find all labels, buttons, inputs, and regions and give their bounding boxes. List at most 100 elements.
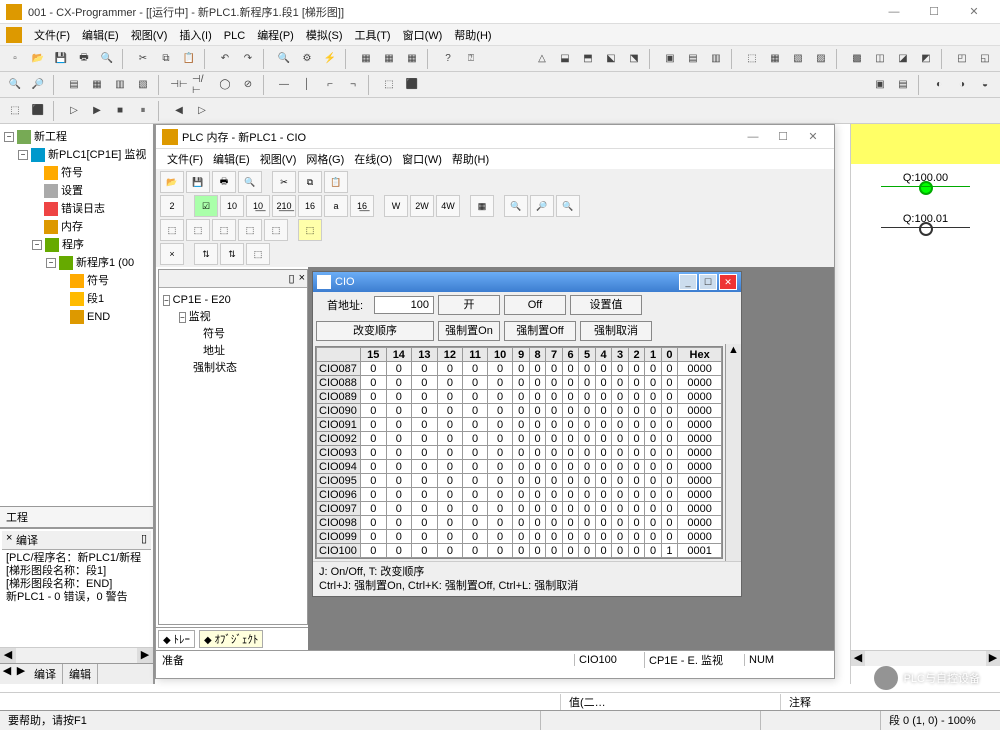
- tab-object[interactable]: ◆ ｵﾌﾞｼﾞｪｸﾄ: [199, 630, 263, 648]
- online-icon[interactable]: ◫: [869, 48, 891, 70]
- zoom-icon[interactable]: 🔎: [530, 195, 554, 217]
- menu-item[interactable]: 工具(T): [349, 30, 397, 42]
- online-icon[interactable]: ▦: [764, 48, 786, 70]
- line-icon[interactable]: ⌐: [319, 74, 341, 96]
- online-icon[interactable]: ◩: [915, 48, 937, 70]
- tool-icon[interactable]: ▦: [378, 48, 400, 70]
- child-close[interactable]: ✕: [798, 126, 828, 148]
- width-icon[interactable]: 4W: [436, 195, 460, 217]
- radix-icon[interactable]: 2: [160, 195, 184, 217]
- menu-item[interactable]: 编辑(E): [208, 151, 255, 167]
- sim-icon[interactable]: ■: [109, 100, 131, 122]
- menu-item[interactable]: 文件(F): [162, 151, 208, 167]
- line-icon[interactable]: │: [296, 74, 318, 96]
- width-icon[interactable]: W: [384, 195, 408, 217]
- force-icon[interactable]: ⬚: [264, 219, 288, 241]
- radix-icon[interactable]: 10: [220, 195, 244, 217]
- on-button[interactable]: 开: [438, 295, 500, 315]
- cut-icon[interactable]: ✂: [132, 48, 154, 70]
- online-icon[interactable]: ⬕: [600, 48, 622, 70]
- coil-icon[interactable]: ◯: [214, 74, 236, 96]
- force-icon[interactable]: ⬚: [298, 219, 322, 241]
- tool-icon[interactable]: ▦: [401, 48, 423, 70]
- preview-icon[interactable]: 🔍: [96, 48, 118, 70]
- menu-item[interactable]: 窗口(W): [397, 30, 449, 42]
- open-icon[interactable]: 📂: [27, 48, 49, 70]
- new-icon[interactable]: ▫: [4, 48, 26, 70]
- sim-icon[interactable]: ▷: [191, 100, 213, 122]
- line-icon[interactable]: ¬: [342, 74, 364, 96]
- menu-item[interactable]: 编程(P): [251, 30, 300, 42]
- close-button[interactable]: ✕: [954, 1, 994, 23]
- tool-icon[interactable]: ▦: [355, 48, 377, 70]
- transfer-icon[interactable]: ⇅: [220, 243, 244, 265]
- save-icon[interactable]: 💾: [50, 48, 72, 70]
- menu-item[interactable]: 文件(F): [28, 30, 76, 42]
- project-tab[interactable]: 工程: [0, 506, 153, 527]
- online-icon[interactable]: ◱: [974, 48, 996, 70]
- online-icon[interactable]: △: [531, 48, 553, 70]
- cio-grid[interactable]: 1514131211109876543210HexCIO087000000000…: [315, 346, 723, 559]
- save-icon[interactable]: 💾: [186, 171, 210, 193]
- online-icon[interactable]: ◪: [892, 48, 914, 70]
- cio-close[interactable]: ✕: [719, 274, 737, 290]
- paste-icon[interactable]: 📋: [178, 48, 200, 70]
- paste-icon[interactable]: 📋: [324, 171, 348, 193]
- online-icon[interactable]: ⬓: [554, 48, 576, 70]
- radix-icon[interactable]: 1̲6̲: [350, 195, 374, 217]
- child-minimize[interactable]: —: [738, 126, 768, 148]
- menu-item[interactable]: 插入(I): [173, 30, 217, 42]
- menu-item[interactable]: 模拟(S): [300, 30, 349, 42]
- contact-icon[interactable]: ⊣⊢: [168, 74, 190, 96]
- monitor-icon[interactable]: ◒: [974, 74, 996, 96]
- monitor-icon[interactable]: ◑: [951, 74, 973, 96]
- radix-icon[interactable]: 2̲1̲0̲: [272, 195, 296, 217]
- sim-icon[interactable]: ◀: [168, 100, 190, 122]
- online-icon[interactable]: ▣: [659, 48, 681, 70]
- width-icon[interactable]: 2W: [410, 195, 434, 217]
- contact-icon[interactable]: ⊣/⊢: [191, 74, 213, 96]
- monitor-icon[interactable]: ◐: [928, 74, 950, 96]
- line-icon[interactable]: —: [273, 74, 295, 96]
- online-icon[interactable]: ⬚: [741, 48, 763, 70]
- menu-item[interactable]: 帮助(H): [448, 30, 497, 42]
- sim-icon[interactable]: ⏸: [132, 100, 154, 122]
- undo-icon[interactable]: ↶: [214, 48, 236, 70]
- transfer-icon[interactable]: ⬚: [246, 243, 270, 265]
- off-button[interactable]: Off: [504, 295, 566, 315]
- copy-icon[interactable]: ⧉: [155, 48, 177, 70]
- radix-icon[interactable]: 16: [298, 195, 322, 217]
- find-icon[interactable]: 🔍: [273, 48, 295, 70]
- save-icon[interactable]: 🖶: [73, 48, 95, 70]
- open-icon[interactable]: 📂: [160, 171, 184, 193]
- sim-icon[interactable]: ▶: [86, 100, 108, 122]
- project-tree[interactable]: −新工程 −新PLC1[CP1E] 监视 符号 设置 错误日志 内存 −程序 −…: [0, 124, 153, 506]
- copy-icon[interactable]: ⧉: [298, 171, 322, 193]
- menu-item[interactable]: 在线(O): [349, 151, 397, 167]
- maximize-button[interactable]: ☐: [914, 1, 954, 23]
- zoom-icon[interactable]: 🔎: [27, 74, 49, 96]
- online-icon[interactable]: ⬒: [577, 48, 599, 70]
- online-icon[interactable]: ⬔: [623, 48, 645, 70]
- menu-item[interactable]: 视图(V): [125, 30, 174, 42]
- panel-float-icon[interactable]: ▯: [289, 272, 295, 285]
- coil-icon[interactable]: ⊘: [237, 74, 259, 96]
- monitor-icon[interactable]: ▤: [892, 74, 914, 96]
- tab-trace[interactable]: ◆ ﾄﾚｰ: [158, 630, 195, 648]
- tab-edit[interactable]: 编辑: [63, 664, 98, 684]
- preview-icon[interactable]: 🔍: [238, 171, 262, 193]
- force-off-button[interactable]: 强制置Off: [504, 321, 576, 341]
- transfer-icon[interactable]: ⇅: [194, 243, 218, 265]
- transfer-icon[interactable]: ×: [160, 243, 184, 265]
- force-icon[interactable]: ⬚: [212, 219, 236, 241]
- menu-item[interactable]: 帮助(H): [447, 151, 494, 167]
- menu-item[interactable]: PLC: [218, 30, 251, 42]
- panel-close-icon[interactable]: ×: [299, 272, 305, 285]
- redo-icon[interactable]: ↷: [237, 48, 259, 70]
- tab-compile[interactable]: 编译: [28, 664, 63, 684]
- print-icon[interactable]: 🖶: [212, 171, 236, 193]
- online-icon[interactable]: ▥: [705, 48, 727, 70]
- tool-icon[interactable]: ⚡: [319, 48, 341, 70]
- view-icon[interactable]: ▦: [86, 74, 108, 96]
- help-icon[interactable]: ?: [437, 48, 459, 70]
